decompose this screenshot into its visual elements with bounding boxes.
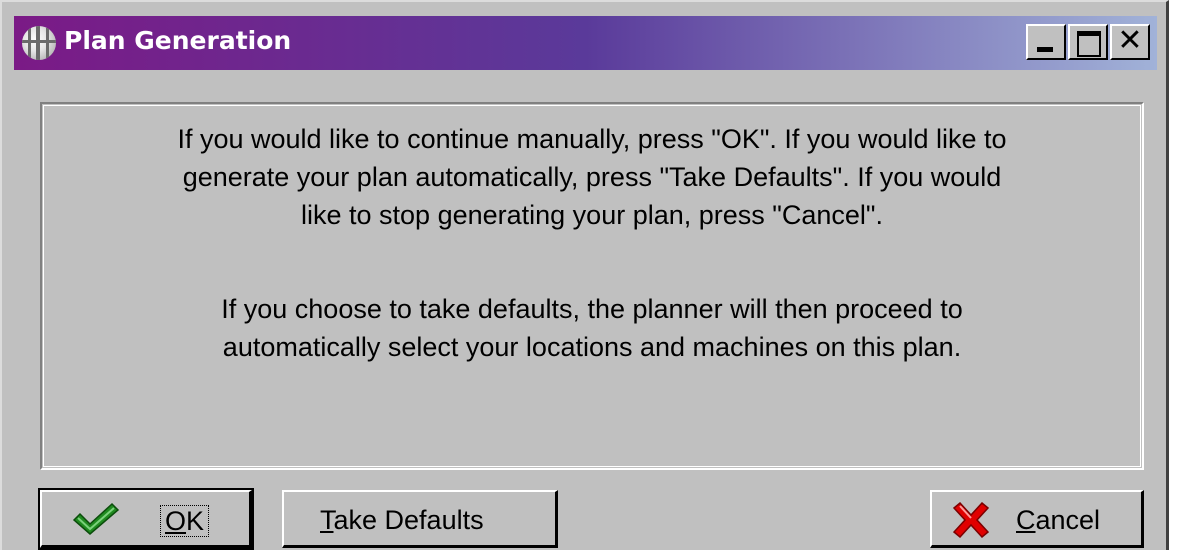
close-button[interactable]: ✕ (1110, 23, 1150, 60)
message-paragraph-1: If you would like to continue manually, … (177, 124, 1007, 230)
title-bar[interactable]: Plan Generation ✕ (14, 16, 1157, 70)
ok-button[interactable]: OK (38, 488, 254, 550)
ok-label-rest: K (186, 506, 205, 536)
plan-generation-dialog: Plan Generation ✕ If you would like to c… (0, 0, 1169, 550)
minimize-icon (1037, 47, 1053, 52)
message-panel: If you would like to continue manually, … (40, 102, 1144, 470)
take-defaults-button[interactable]: Take Defaults (282, 490, 558, 548)
cancel-label-rest: ancel (1035, 505, 1101, 535)
take-defaults-label-rest: ake Defaults (333, 505, 484, 535)
ok-label: OK (160, 505, 210, 537)
x-mark-icon (952, 502, 990, 538)
ok-mnemonic: O (165, 506, 187, 536)
maximize-button[interactable] (1068, 24, 1108, 60)
window-title: Plan Generation (64, 26, 292, 55)
message-paragraph-2: If you choose to take defaults, the plan… (221, 294, 963, 362)
close-icon: ✕ (1117, 23, 1143, 58)
cancel-button[interactable]: Cancel (930, 490, 1144, 548)
checkmark-icon (72, 502, 120, 535)
globe-icon (22, 26, 56, 60)
take-defaults-mnemonic: T (320, 505, 334, 535)
minimize-button[interactable] (1026, 24, 1066, 60)
take-defaults-label: Take Defaults (320, 505, 484, 535)
maximize-icon (1077, 31, 1101, 57)
cancel-label: Cancel (1016, 505, 1100, 535)
cancel-mnemonic: C (1016, 505, 1036, 535)
